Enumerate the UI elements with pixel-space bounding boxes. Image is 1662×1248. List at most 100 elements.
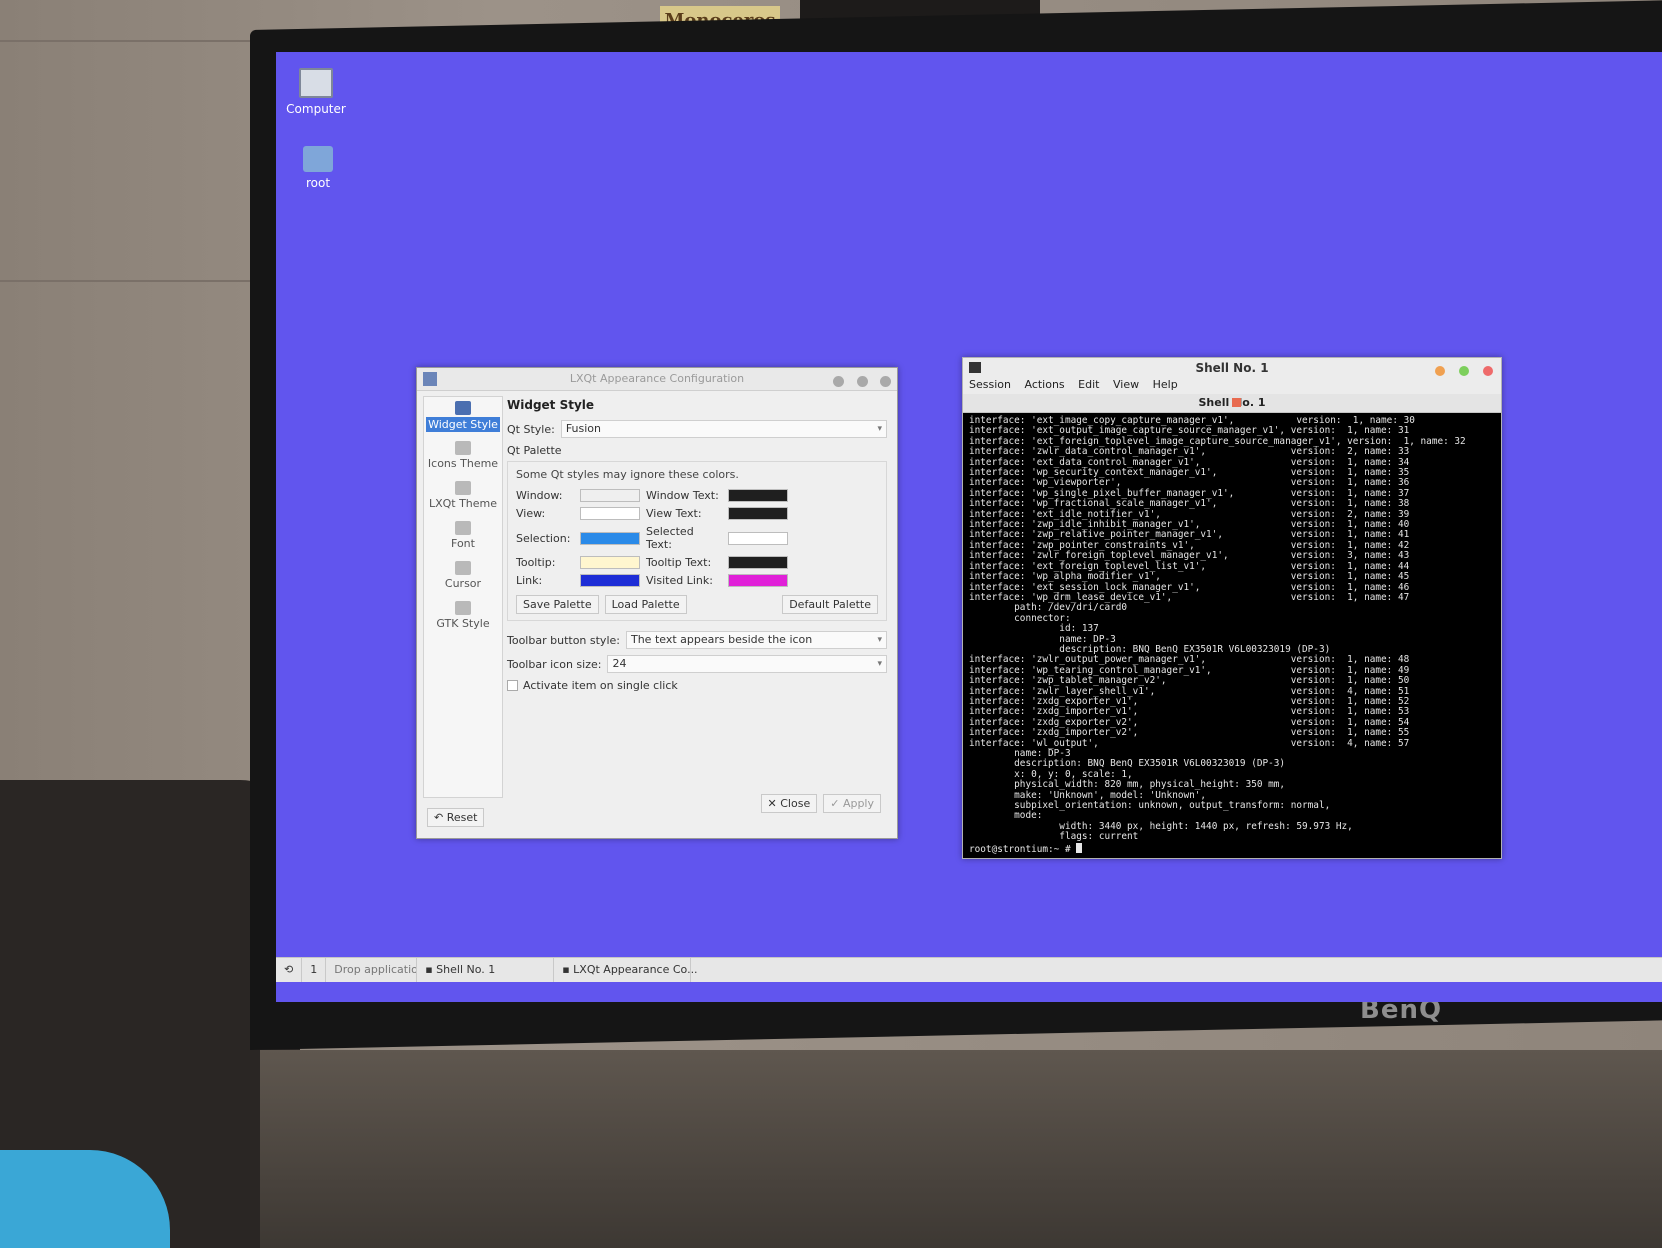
icons-theme-icon — [455, 441, 471, 455]
selection-color-swatch[interactable] — [580, 531, 640, 545]
cursor-icon — [455, 561, 471, 575]
taskbar: ⟲ 1 Drop application icons here ▪ Shell … — [276, 957, 1662, 982]
chevron-down-icon: ▾ — [877, 424, 882, 434]
terminal-menubar: Session Actions Edit View Help — [963, 378, 1501, 394]
window-color-swatch[interactable] — [580, 489, 640, 502]
terminal-output[interactable]: interface: 'ext_image_copy_capture_manag… — [963, 413, 1501, 859]
sidebar-item-label: Font — [451, 537, 475, 550]
qt-style-select[interactable]: Fusion ▾ — [560, 420, 887, 438]
menu-view[interactable]: View — [1113, 378, 1139, 391]
palette-label: Tooltip Text: — [646, 556, 712, 569]
close-window-button[interactable] — [880, 376, 891, 387]
minimize-button[interactable] — [1434, 366, 1445, 376]
chevron-down-icon: ▾ — [877, 635, 882, 645]
desk — [260, 1050, 1662, 1248]
computer-icon — [299, 68, 333, 98]
save-palette-button[interactable]: Save Palette — [516, 595, 599, 614]
menu-edit[interactable]: Edit — [1078, 378, 1099, 391]
close-window-button[interactable] — [1483, 366, 1493, 376]
terminal-tab[interactable]: Shell No. 1 — [963, 394, 1501, 413]
terminal-line: interface: 'wp_alpha_modifier_v1', versi… — [969, 571, 1410, 583]
sidebar-item-cursor[interactable]: Cursor — [424, 557, 502, 597]
tab-close-icon[interactable] — [1232, 398, 1241, 407]
visited-link-color-swatch[interactable] — [728, 574, 788, 587]
widget-style-icon — [455, 401, 471, 415]
menu-session[interactable]: Session — [969, 378, 1011, 391]
desktop-icon-label: Computer — [286, 102, 346, 116]
maximize-button[interactable] — [856, 376, 868, 387]
palette-label: Window Text: — [646, 489, 719, 502]
terminal-titlebar[interactable]: Shell No. 1 — [963, 358, 1501, 378]
close-button[interactable]: ✕ Close — [760, 794, 818, 813]
appearance-window: LXQt Appearance Configuration Widget Sty… — [416, 367, 898, 839]
desktop-icon-root[interactable]: root — [278, 146, 358, 190]
quicklaunch-area[interactable]: Drop application icons here — [326, 958, 418, 982]
load-palette-button[interactable]: Load Palette — [604, 595, 687, 614]
terminal-line: flags: current — [969, 831, 1139, 843]
task-label: LXQt Appearance Co... — [573, 963, 698, 976]
view-text-color-swatch[interactable] — [728, 507, 788, 520]
palette-label: View: — [516, 507, 546, 520]
selected-text-color-swatch[interactable] — [728, 531, 788, 545]
minimize-button[interactable] — [833, 376, 844, 387]
apply-button[interactable]: ✓ Apply — [823, 794, 881, 813]
palette-grid: Window: Window Text: View: View Text: Se… — [516, 489, 878, 587]
desktop-screen: Computer root LXQt Appearance Configurat… — [276, 52, 1662, 1002]
widget-style-panel: Widget Style Qt Style: Fusion ▾ Qt Palet… — [507, 396, 887, 692]
terminal-lines: interface: 'ext_image_copy_capture_manag… — [969, 415, 1495, 843]
window-text-color-swatch[interactable] — [728, 489, 788, 502]
sidebar-item-widget-style[interactable]: Widget Style — [424, 397, 502, 437]
wall-panel-line — [0, 40, 270, 42]
shell-prompt: root@strontium:~ # — [969, 843, 1077, 855]
toolbar-icon-size-value: 24 — [612, 657, 627, 670]
palette-label: Tooltip: — [516, 556, 556, 569]
gtk-style-icon — [455, 601, 471, 615]
sidebar-item-label: GTK Style — [436, 617, 490, 630]
sidebar-item-gtk-style[interactable]: GTK Style — [424, 597, 502, 637]
toolbar-button-style-select[interactable]: The text appears beside the icon ▾ — [625, 631, 887, 649]
toolbar-button-style-value: The text appears beside the icon — [630, 633, 813, 646]
default-palette-button[interactable]: Default Palette — [782, 595, 878, 614]
tooltip-color-swatch[interactable] — [580, 556, 640, 569]
sidebar-item-lxqt-theme[interactable]: LXQt Theme — [424, 477, 502, 517]
terminal-app-icon — [969, 362, 981, 373]
palette-label: Link: — [516, 574, 543, 587]
qt-style-label: Qt Style: — [507, 422, 555, 436]
sidebar-item-label: Cursor — [444, 577, 482, 590]
reset-button[interactable]: ↶ Reset — [427, 808, 485, 827]
checkbox-box[interactable] — [507, 680, 518, 691]
palette-label: Selection: — [516, 531, 571, 545]
toolbar-icon-size-select[interactable]: 24 ▾ — [607, 655, 887, 673]
task-appearance[interactable]: ▪ LXQt Appearance Co... — [554, 958, 698, 982]
single-click-label: Activate item on single click — [523, 679, 678, 692]
close-label: Close — [780, 797, 811, 810]
wall-panel-line — [0, 280, 270, 282]
sidebar-item-font[interactable]: Font — [424, 517, 502, 557]
menu-help[interactable]: Help — [1153, 378, 1178, 391]
view-color-swatch[interactable] — [580, 507, 640, 520]
link-color-swatch[interactable] — [580, 574, 640, 587]
desktop-icon-computer[interactable]: Computer — [276, 68, 356, 116]
qt-palette-group-label: Qt Palette — [507, 444, 562, 457]
maximize-button[interactable] — [1458, 366, 1469, 376]
window-title: LXQt Appearance Configuration — [569, 372, 745, 385]
show-desktop-icon[interactable]: ⟲ — [276, 958, 303, 982]
apply-label: Apply — [842, 797, 874, 810]
sidebar-item-icons-theme[interactable]: Icons Theme — [424, 437, 502, 477]
qt-style-value: Fusion — [565, 422, 601, 435]
sidebar-item-label: Icons Theme — [427, 457, 499, 470]
terminal-task-icon: ▪ — [425, 963, 437, 976]
reset-label: Reset — [446, 811, 478, 824]
appearance-task-icon: ▪ — [562, 963, 574, 976]
lxqt-theme-icon — [455, 481, 471, 495]
tooltip-text-color-swatch[interactable] — [728, 556, 788, 569]
desktop-switch-button[interactable]: 1 — [302, 958, 327, 982]
single-click-checkbox[interactable]: Activate item on single click — [507, 679, 887, 692]
task-shell[interactable]: ▪ Shell No. 1 — [417, 958, 555, 982]
section-title: Widget Style — [507, 398, 595, 412]
font-icon — [455, 521, 471, 535]
menu-actions[interactable]: Actions — [1024, 378, 1064, 391]
window-titlebar[interactable]: LXQt Appearance Configuration — [417, 368, 897, 391]
terminal-line: id: 137 — [969, 623, 1099, 635]
toolbar-button-style-label: Toolbar button style: — [507, 633, 620, 647]
